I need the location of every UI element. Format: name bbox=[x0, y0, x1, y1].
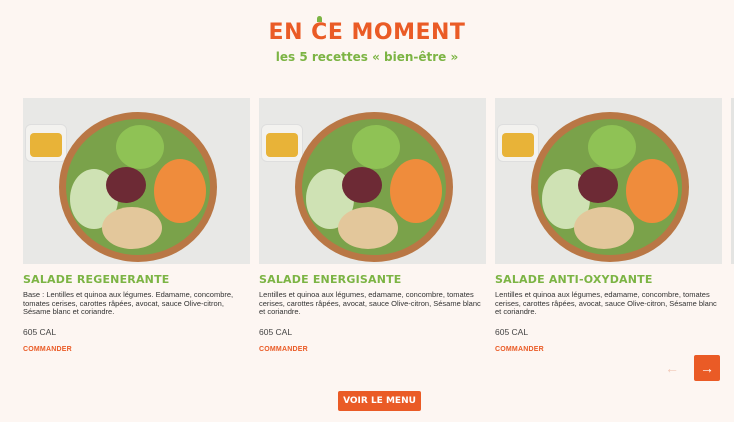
recipe-card[interactable]: SALADE REGENERANTE Base : Lentilles et q… bbox=[23, 98, 250, 353]
title-part-2: E MOMENT bbox=[327, 20, 466, 45]
recipe-carousel: SALADE REGENERANTE Base : Lentilles et q… bbox=[23, 98, 734, 358]
recipe-card[interactable]: SALADE ENERGISANTE Lentilles et quinoa a… bbox=[259, 98, 486, 353]
prev-arrow-icon[interactable]: ← bbox=[659, 355, 685, 381]
salad-bowl-image bbox=[259, 98, 486, 264]
dressing-cup bbox=[25, 124, 67, 162]
salad-bowl-image bbox=[495, 98, 722, 264]
recipe-calories: 605 CAL bbox=[23, 326, 57, 337]
section-title: EN CE MOMENT bbox=[0, 16, 734, 45]
carrot-logo-letter: C bbox=[311, 16, 328, 45]
section-header: EN CE MOMENT les 5 recettes « bien-être … bbox=[0, 16, 734, 64]
recipe-name: SALADE ENERGISANTE bbox=[259, 273, 402, 286]
view-menu-button[interactable]: VOIR LE MENU bbox=[338, 391, 421, 411]
order-link[interactable]: COMMANDER bbox=[259, 346, 486, 353]
recipe-name: SALADE REGENERANTE bbox=[23, 273, 170, 286]
recipe-card[interactable]: SALADE ANTI-OXYDANTE Lentilles et quinoa… bbox=[495, 98, 722, 353]
recipe-description: Lentilles et quinoa aux légumes, edamame… bbox=[495, 290, 717, 316]
recipe-calories: 605 CAL bbox=[495, 326, 529, 337]
order-link[interactable]: COMMANDER bbox=[23, 346, 250, 353]
title-part-1: EN bbox=[268, 20, 312, 45]
recipe-name: SALADE ANTI-OXYDANTE bbox=[495, 273, 653, 286]
section-subtitle: les 5 recettes « bien-être » bbox=[275, 50, 459, 64]
recipe-description: Lentilles et quinoa aux légumes, edamame… bbox=[259, 290, 481, 316]
salad-bowl-image bbox=[23, 98, 250, 264]
dressing-cup bbox=[261, 124, 303, 162]
recipe-calories: 605 CAL bbox=[259, 326, 293, 337]
order-link[interactable]: COMMANDER bbox=[495, 346, 722, 353]
dressing-cup bbox=[497, 124, 539, 162]
next-arrow-icon[interactable]: → bbox=[694, 355, 720, 381]
recipe-description: Base : Lentilles et quinoa aux légumes. … bbox=[23, 290, 234, 316]
